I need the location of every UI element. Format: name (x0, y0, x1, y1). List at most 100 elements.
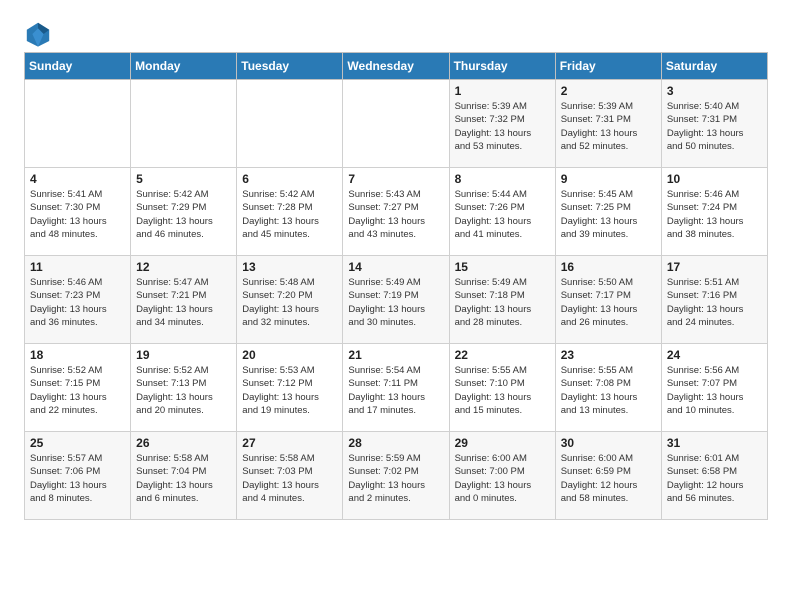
calendar-cell: 11Sunrise: 5:46 AM Sunset: 7:23 PM Dayli… (25, 256, 131, 344)
day-info: Sunrise: 5:46 AM Sunset: 7:24 PM Dayligh… (667, 188, 762, 241)
calendar-cell: 13 Sunrise: 5:48 AM Sunset: 7:20 PM Dayli… (237, 256, 343, 344)
day-info: Sunrise: 6:01 AM Sunset: 6:58 PM Dayligh… (667, 452, 762, 505)
day-number: 11 (30, 260, 125, 274)
calendar-table: SundayMondayTuesdayWednesdayThursdayFrid… (24, 52, 768, 520)
header-day-monday: Monday (131, 53, 237, 80)
day-info: Sunrise: 5:39 AM Sunset: 7:32 PM Dayligh… (455, 100, 550, 153)
calendar-cell: 15 Sunrise: 5:49 AM Sunset: 7:18 PM Dayli… (449, 256, 555, 344)
day-info: Sunrise: 5:41 AM Sunset: 7:30 PM Dayligh… (30, 188, 125, 241)
day-info: Sunrise: 5:42 AM Sunset: 7:28 PM Dayligh… (242, 188, 337, 241)
calendar-cell: 18Sunrise: 5:52 AM Sunset: 7:15 PM Dayli… (25, 344, 131, 432)
calendar-cell: 6 Sunrise: 5:42 AM Sunset: 7:28 PM Daylig… (237, 168, 343, 256)
day-number: 27 (242, 436, 337, 450)
day-info: Sunrise: 5:50 AM Sunset: 7:17 PM Dayligh… (561, 276, 656, 329)
day-number: 13 (242, 260, 337, 274)
day-info: Sunrise: 5:54 AM Sunset: 7:11 PM Dayligh… (348, 364, 443, 417)
day-info: Sunrise: 5:49 AM Sunset: 7:18 PM Dayligh… (455, 276, 550, 329)
day-number: 29 (455, 436, 550, 450)
day-info: Sunrise: 5:58 AM Sunset: 7:04 PM Dayligh… (136, 452, 231, 505)
day-number: 31 (667, 436, 762, 450)
calendar-cell: 7Sunrise: 5:43 AM Sunset: 7:27 PM Daylig… (343, 168, 449, 256)
calendar-cell: 16 Sunrise: 5:50 AM Sunset: 7:17 PM Dayli… (555, 256, 661, 344)
logo-icon (24, 20, 52, 48)
week-row-1: 4 Sunrise: 5:41 AM Sunset: 7:30 PM Daylig… (25, 168, 768, 256)
calendar-body: 1 Sunrise: 5:39 AM Sunset: 7:32 PM Daylig… (25, 80, 768, 520)
day-number: 8 (455, 172, 550, 186)
week-row-0: 1 Sunrise: 5:39 AM Sunset: 7:32 PM Daylig… (25, 80, 768, 168)
day-info: Sunrise: 5:55 AM Sunset: 7:10 PM Dayligh… (455, 364, 550, 417)
calendar-cell: 2Sunrise: 5:39 AM Sunset: 7:31 PM Daylig… (555, 80, 661, 168)
calendar-cell: 24Sunrise: 5:56 AM Sunset: 7:07 PM Dayli… (661, 344, 767, 432)
day-info: Sunrise: 5:44 AM Sunset: 7:26 PM Dayligh… (455, 188, 550, 241)
logo (24, 20, 58, 48)
calendar-cell: 17 Sunrise: 5:51 AM Sunset: 7:16 PM Dayli… (661, 256, 767, 344)
day-number: 5 (136, 172, 231, 186)
day-number: 9 (561, 172, 656, 186)
calendar-cell: 20 Sunrise: 5:53 AM Sunset: 7:12 PM Dayli… (237, 344, 343, 432)
day-number: 20 (242, 348, 337, 362)
day-info: Sunrise: 5:56 AM Sunset: 7:07 PM Dayligh… (667, 364, 762, 417)
calendar-cell: 9 Sunrise: 5:45 AM Sunset: 7:25 PM Daylig… (555, 168, 661, 256)
day-info: Sunrise: 5:53 AM Sunset: 7:12 PM Dayligh… (242, 364, 337, 417)
day-info: Sunrise: 5:52 AM Sunset: 7:13 PM Dayligh… (136, 364, 231, 417)
day-info: Sunrise: 5:55 AM Sunset: 7:08 PM Dayligh… (561, 364, 656, 417)
day-number: 1 (455, 84, 550, 98)
calendar-cell: 30Sunrise: 6:00 AM Sunset: 6:59 PM Dayli… (555, 432, 661, 520)
day-number: 18 (30, 348, 125, 362)
day-info: Sunrise: 5:42 AM Sunset: 7:29 PM Dayligh… (136, 188, 231, 241)
calendar-cell: 31 Sunrise: 6:01 AM Sunset: 6:58 PM Dayli… (661, 432, 767, 520)
calendar-cell: 1 Sunrise: 5:39 AM Sunset: 7:32 PM Daylig… (449, 80, 555, 168)
day-info: Sunrise: 5:48 AM Sunset: 7:20 PM Dayligh… (242, 276, 337, 329)
calendar-cell: 19Sunrise: 5:52 AM Sunset: 7:13 PM Dayli… (131, 344, 237, 432)
day-number: 2 (561, 84, 656, 98)
calendar-header: SundayMondayTuesdayWednesdayThursdayFrid… (25, 53, 768, 80)
calendar-cell: 25 Sunrise: 5:57 AM Sunset: 7:06 PM Dayli… (25, 432, 131, 520)
day-number: 30 (561, 436, 656, 450)
calendar-cell: 22 Sunrise: 5:55 AM Sunset: 7:10 PM Dayli… (449, 344, 555, 432)
day-number: 6 (242, 172, 337, 186)
day-number: 28 (348, 436, 443, 450)
day-number: 3 (667, 84, 762, 98)
calendar-cell: 4 Sunrise: 5:41 AM Sunset: 7:30 PM Daylig… (25, 168, 131, 256)
calendar-cell: 23 Sunrise: 5:55 AM Sunset: 7:08 PM Dayli… (555, 344, 661, 432)
day-number: 22 (455, 348, 550, 362)
calendar-cell: 5 Sunrise: 5:42 AM Sunset: 7:29 PM Daylig… (131, 168, 237, 256)
day-number: 23 (561, 348, 656, 362)
calendar-cell (25, 80, 131, 168)
day-number: 14 (348, 260, 443, 274)
day-number: 26 (136, 436, 231, 450)
day-info: Sunrise: 5:45 AM Sunset: 7:25 PM Dayligh… (561, 188, 656, 241)
day-number: 17 (667, 260, 762, 274)
day-number: 12 (136, 260, 231, 274)
day-info: Sunrise: 6:00 AM Sunset: 7:00 PM Dayligh… (455, 452, 550, 505)
day-info: Sunrise: 5:49 AM Sunset: 7:19 PM Dayligh… (348, 276, 443, 329)
calendar-cell: 29 Sunrise: 6:00 AM Sunset: 7:00 PM Dayli… (449, 432, 555, 520)
calendar-cell: 12 Sunrise: 5:47 AM Sunset: 7:21 PM Dayli… (131, 256, 237, 344)
header-day-thursday: Thursday (449, 53, 555, 80)
calendar-cell: 26 Sunrise: 5:58 AM Sunset: 7:04 PM Dayli… (131, 432, 237, 520)
day-info: Sunrise: 5:59 AM Sunset: 7:02 PM Dayligh… (348, 452, 443, 505)
header-day-sunday: Sunday (25, 53, 131, 80)
day-info: Sunrise: 5:58 AM Sunset: 7:03 PM Dayligh… (242, 452, 337, 505)
calendar-cell: 27 Sunrise: 5:58 AM Sunset: 7:03 PM Dayli… (237, 432, 343, 520)
header (24, 20, 768, 48)
calendar-cell (131, 80, 237, 168)
calendar-cell: 10Sunrise: 5:46 AM Sunset: 7:24 PM Dayli… (661, 168, 767, 256)
header-day-friday: Friday (555, 53, 661, 80)
day-info: Sunrise: 5:51 AM Sunset: 7:16 PM Dayligh… (667, 276, 762, 329)
calendar-cell: 28 Sunrise: 5:59 AM Sunset: 7:02 PM Dayli… (343, 432, 449, 520)
day-info: Sunrise: 5:57 AM Sunset: 7:06 PM Dayligh… (30, 452, 125, 505)
day-number: 4 (30, 172, 125, 186)
day-info: Sunrise: 5:47 AM Sunset: 7:21 PM Dayligh… (136, 276, 231, 329)
day-number: 15 (455, 260, 550, 274)
day-number: 16 (561, 260, 656, 274)
calendar-cell (237, 80, 343, 168)
calendar-cell: 21 Sunrise: 5:54 AM Sunset: 7:11 PM Dayli… (343, 344, 449, 432)
day-number: 21 (348, 348, 443, 362)
week-row-2: 11Sunrise: 5:46 AM Sunset: 7:23 PM Dayli… (25, 256, 768, 344)
day-number: 25 (30, 436, 125, 450)
day-info: Sunrise: 5:40 AM Sunset: 7:31 PM Dayligh… (667, 100, 762, 153)
day-number: 7 (348, 172, 443, 186)
calendar-cell: 3 Sunrise: 5:40 AM Sunset: 7:31 PM Daylig… (661, 80, 767, 168)
calendar-cell (343, 80, 449, 168)
